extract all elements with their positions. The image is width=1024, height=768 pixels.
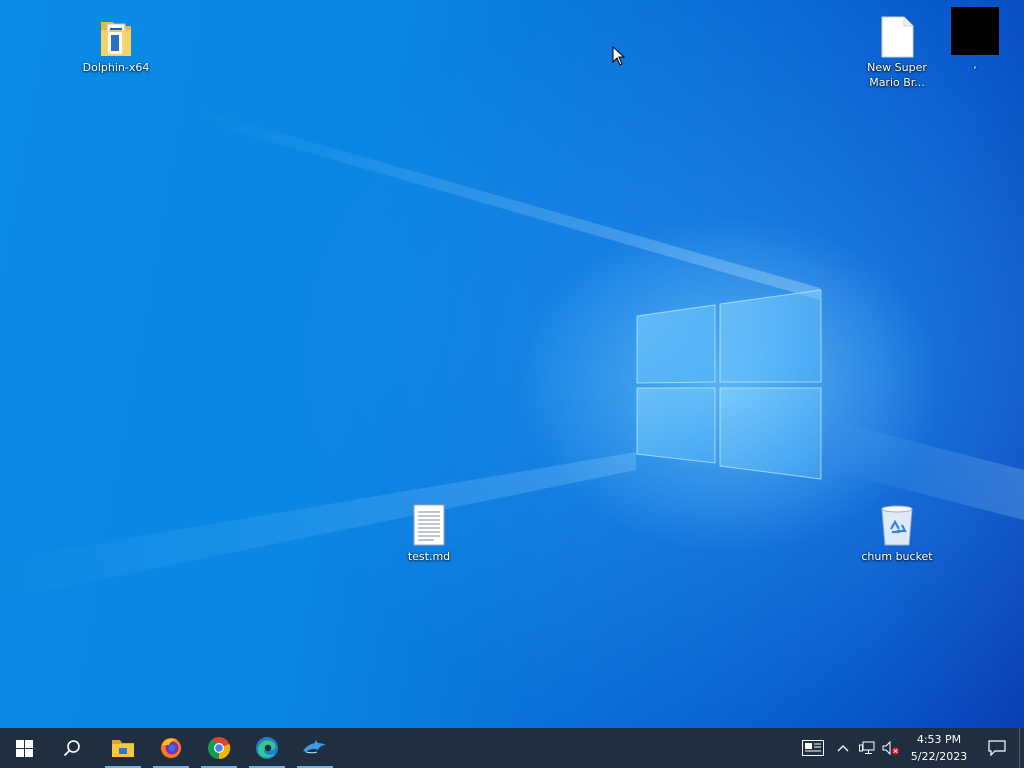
volume-button[interactable] [879,728,903,768]
desktop[interactable]: Dolphin-x64 New Super Mario Br... , test… [0,0,1024,728]
chevron-up-icon [837,745,849,752]
firefox-icon [161,738,181,758]
recycle-bin-icon [877,503,917,547]
taskbar-dolphin[interactable] [291,728,339,768]
desktop-icon-label: New Super Mario Br... [867,61,927,89]
edge-icon [256,737,278,759]
text-document-icon [409,503,449,547]
taskbar: 4:53 PM 5/22/2023 [0,728,1024,768]
black-thumbnail-icon [951,6,999,55]
clock[interactable]: 4:53 PM 5/22/2023 [903,731,975,765]
mouse-cursor-icon [612,46,626,66]
taskbar-edge[interactable] [243,728,291,768]
folder-icon [96,10,136,58]
desktop-icon-chum-bucket[interactable]: chum bucket [859,503,935,564]
news-and-interests-button[interactable] [795,728,831,768]
action-center-button[interactable] [975,728,1019,768]
volume-muted-icon [882,741,900,755]
wallpaper-light-beams [0,110,1024,600]
news-icon [802,740,824,756]
notification-icon [988,740,1006,756]
show-hidden-icons-button[interactable] [831,728,855,768]
desktop-icon-test-md[interactable]: test.md [391,503,467,564]
show-desktop-button[interactable] [1019,728,1024,768]
dolphin-icon [303,740,326,754]
desktop-icon-dolphin-x64[interactable]: Dolphin-x64 [78,10,154,75]
chrome-icon [208,737,231,760]
desktop-icon-label: , [973,58,977,71]
search-icon [63,740,80,757]
taskbar-firefox[interactable] [147,728,195,768]
search-button[interactable] [48,728,96,768]
network-icon [859,741,875,754]
desktop-icon-label: Dolphin-x64 [82,61,150,74]
wallpaper-windows-logo [636,289,822,480]
network-button[interactable] [855,728,879,768]
start-button[interactable] [0,728,48,768]
blank-file-icon [877,10,917,58]
desktop-icon-label: test.md [407,550,451,563]
taskbar-file-explorer[interactable] [99,728,147,768]
desktop-icon-label: chum bucket [861,550,933,563]
desktop-icon-new-super-mario-bros[interactable]: New Super Mario Br... [859,10,935,90]
taskbar-chrome[interactable] [195,728,243,768]
desktop-icon-comma[interactable]: , [937,6,1013,72]
system-tray: 4:53 PM 5/22/2023 [795,728,1024,768]
clock-time: 4:53 PM [916,733,962,746]
clock-date: 5/22/2023 [910,750,968,763]
windows-start-icon [15,739,33,757]
file-explorer-icon [112,740,134,757]
